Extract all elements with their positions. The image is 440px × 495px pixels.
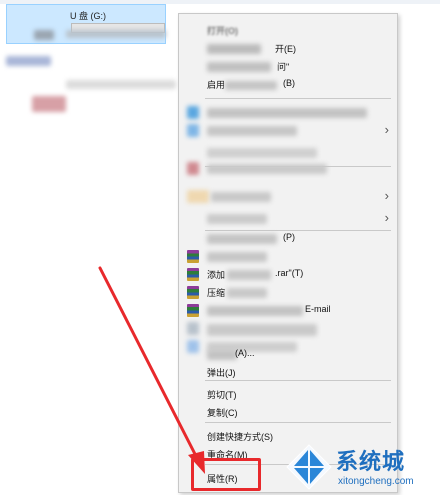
arrow-shaft — [98, 266, 199, 460]
annotation-arrow — [98, 266, 205, 474]
highlight-box-properties — [191, 458, 261, 491]
watermark-title: 系统城 — [336, 449, 406, 474]
watermark: 系统城 xitongcheng.com — [284, 440, 440, 495]
windows-logo-icon — [286, 444, 332, 490]
watermark-url: xitongcheng.com — [338, 476, 414, 487]
